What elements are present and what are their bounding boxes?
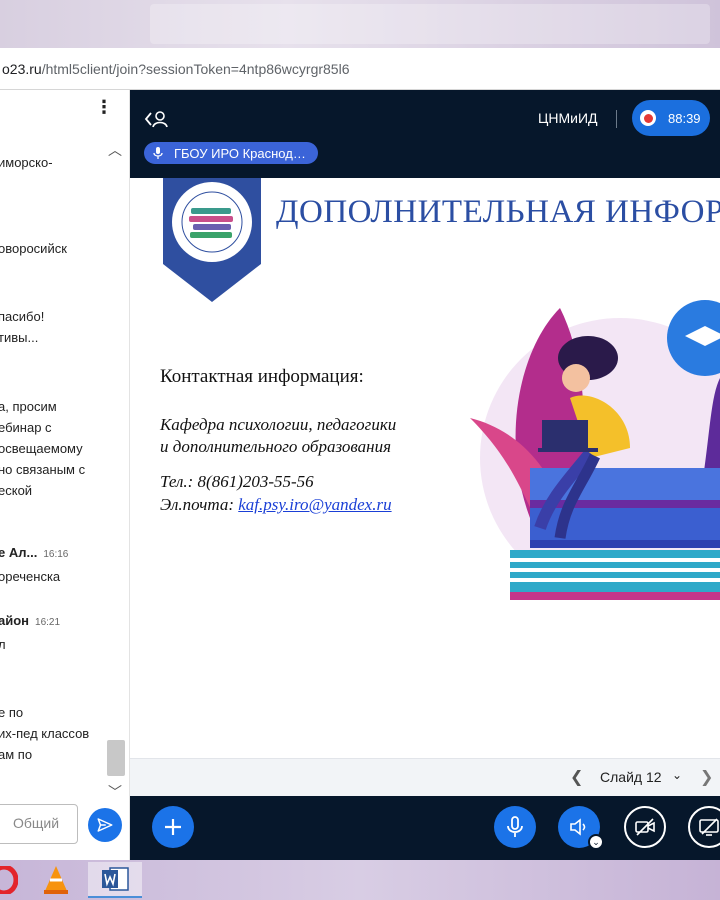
meeting-topbar: ЦНМиИД 88:39 ГБОУ ИРО Краснод… [130,90,720,178]
room-name: ЦНМиИД [538,110,598,126]
word-icon[interactable] [88,862,142,898]
chat-message: еской [0,483,33,498]
chat-scrollbar[interactable]: ︿ ﹀ [104,132,128,800]
video-button[interactable] [624,806,666,848]
chat-message-list: иморско- оворосийск пасибо! тивы... а, п… [0,132,104,800]
more-options-icon[interactable]: ⋮ [95,98,113,116]
back-user-icon [144,111,168,128]
actions-button[interactable] [152,806,194,848]
chat-header: ⋮ [0,90,129,132]
screenshare-off-icon [699,818,719,836]
chat-message: тивы... [0,330,39,345]
institute-emblem-icon [163,178,261,302]
next-slide-icon[interactable]: ❯ [700,767,713,787]
email-link[interactable]: kaf.psy.iro@yandex.ru [238,495,391,514]
recording-indicator[interactable]: 88:39 [632,100,710,136]
microphone-icon [507,816,523,837]
chevron-down-icon[interactable]: ﹀ [108,782,122,802]
chat-message: освещаемому [0,441,83,456]
contact-details: Тел.: 8(861)203-55-56 Эл.почта: kaf.psy.… [160,470,392,516]
chat-message: иморско- [0,155,53,170]
message-time: 16:21 [35,617,61,628]
chevron-down-icon[interactable]: ⌄ [588,834,604,850]
recording-timer: 88:39 [668,110,701,126]
record-icon [640,110,656,126]
speaker-icon [570,818,586,836]
microphone-icon [152,146,166,160]
chevron-up-icon[interactable]: ︿ [108,140,122,160]
chat-message: оворосийск [0,241,67,256]
presentation-slide: ДОПОЛНИТЕЛЬНАЯ ИНФОРМ Контактная информа… [130,178,720,758]
sender-name: айон [0,613,30,628]
divider [616,110,617,128]
mute-button[interactable] [494,806,536,848]
chat-message: пасибо! [0,309,45,324]
slide-navigation: ❮ Слайд 12 ⌄ ❯ [130,758,720,796]
chat-message: ебинар с [0,420,52,435]
chevron-down-icon[interactable]: ⌄ [672,768,682,782]
url-text[interactable]: o23.ru/html5client/join?sessionToken=4nt… [2,61,350,77]
url-host: o23.ru [2,60,42,77]
chat-panel: ⋮ иморско- оворосийск пасибо! тивы... а,… [0,90,130,860]
send-button[interactable] [88,808,122,842]
taskbar [0,860,720,900]
contact-heading: Контактная информация: [160,366,364,387]
reading-woman-illustration [470,300,720,600]
opera-icon[interactable] [0,862,18,898]
slide-title: ДОПОЛНИТЕЛЬНАЯ ИНФОРМ [276,194,720,230]
chat-message: но связаным с [0,462,86,477]
scrollbar-thumb[interactable] [107,740,125,776]
meeting-area: ЦНМиИД 88:39 ГБОУ ИРО Краснод… ДОПОЛНИТЕ… [130,90,720,860]
previous-slide-icon[interactable]: ❮ [570,767,583,787]
url-path: /html5client/join?sessionToken=4ntp86wcy… [41,60,350,77]
talker-name: ГБОУ ИРО Краснод… [174,145,306,161]
plus-icon [165,819,181,835]
control-bar: ⌄ [130,796,720,860]
toggle-userlist-button[interactable] [144,108,170,135]
slide-selector[interactable]: Слайд 12 [600,769,662,785]
vlc-icon[interactable] [36,862,76,898]
department-line-1: Кафедра психологии, педагогики [160,415,397,434]
blurred-window [150,4,710,44]
department-line-2: и дополнительного образования [160,437,391,456]
address-bar[interactable]: o23.ru/html5client/join?sessionToken=4nt… [0,48,720,90]
phone-number: Тел.: 8(861)203-55-56 [160,472,314,491]
department-name: Кафедра психологии, педагогики и дополни… [160,414,396,458]
screenshare-button[interactable] [688,806,720,848]
chat-message: а, просим [0,399,57,414]
chat-message: ореченска [0,569,61,584]
message-time: 16:16 [43,549,69,560]
camera-off-icon [635,818,655,836]
desktop-background [0,0,720,48]
chat-message: л [0,637,6,652]
chat-message: е по [0,705,24,720]
email-label: Эл.почта: [160,495,239,514]
chat-message-sender: айон 16:21 [0,610,60,633]
chat-input[interactable]: Общий [0,804,78,844]
chat-message: их-пед классов [0,726,90,741]
talking-indicator[interactable]: ГБОУ ИРО Краснод… [144,142,318,164]
sender-name: е Ал... [0,545,38,560]
chat-message-sender: е Ал... 16:16 [0,542,68,565]
send-icon [97,818,113,832]
email-line: Эл.почта: kaf.psy.iro@yandex.ru [160,493,392,516]
chat-message: ам по [0,747,33,762]
